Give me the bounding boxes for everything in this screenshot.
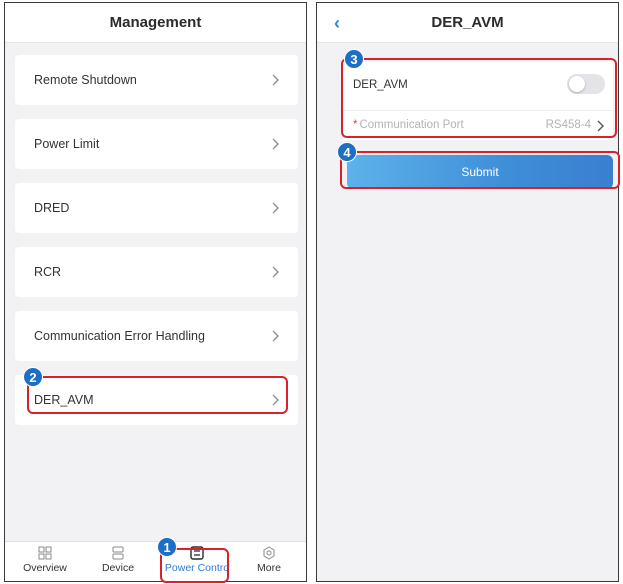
menu-item-dred[interactable]: DRED bbox=[15, 183, 298, 233]
chevron-right-icon bbox=[272, 330, 279, 342]
callout-outline-settings bbox=[341, 58, 617, 138]
menu-item-label: DRED bbox=[34, 201, 70, 215]
page-title: Management bbox=[5, 3, 306, 43]
device-icon bbox=[112, 546, 124, 560]
chevron-right-icon bbox=[272, 202, 279, 214]
grid-icon bbox=[38, 546, 52, 560]
tab-label: Overview bbox=[23, 562, 67, 574]
callout-outline-submit bbox=[340, 151, 620, 189]
tab-label: Device bbox=[101, 562, 135, 574]
page-title-text: DER_AVM bbox=[431, 14, 504, 31]
tab-label: More bbox=[257, 562, 281, 574]
chevron-right-icon bbox=[272, 266, 279, 278]
menu-item-label: Power Limit bbox=[34, 137, 100, 151]
bottom-tab-bar: Overview Device Power Contro More bbox=[5, 541, 306, 581]
management-screen: Management Remote Shutdown Power Limit D… bbox=[4, 2, 307, 582]
page-title: ‹ DER_AVM bbox=[317, 3, 618, 43]
menu-item-label: Communication Error Handling bbox=[34, 329, 205, 343]
menu-item-remote-shutdown[interactable]: Remote Shutdown bbox=[15, 55, 298, 105]
step-badge-3: 3 bbox=[344, 49, 364, 69]
step-badge-1: 1 bbox=[157, 537, 177, 557]
menu-item-power-limit[interactable]: Power Limit bbox=[15, 119, 298, 169]
step-badge-2: 2 bbox=[23, 367, 43, 387]
tab-more[interactable]: More bbox=[234, 546, 304, 580]
tab-overview[interactable]: Overview bbox=[10, 546, 80, 580]
chevron-right-icon bbox=[272, 74, 279, 86]
tab-device[interactable]: Device bbox=[83, 546, 153, 580]
gear-icon bbox=[263, 546, 275, 560]
menu-item-label: Remote Shutdown bbox=[34, 73, 137, 87]
chevron-right-icon bbox=[272, 138, 279, 150]
menu-item-communication-error-handling[interactable]: Communication Error Handling bbox=[15, 311, 298, 361]
callout-outline-der-avm bbox=[27, 376, 288, 414]
menu-item-rcr[interactable]: RCR bbox=[15, 247, 298, 297]
menu-item-label: RCR bbox=[34, 265, 62, 279]
step-badge-4: 4 bbox=[337, 142, 357, 162]
back-chevron-icon[interactable]: ‹ bbox=[327, 12, 347, 34]
